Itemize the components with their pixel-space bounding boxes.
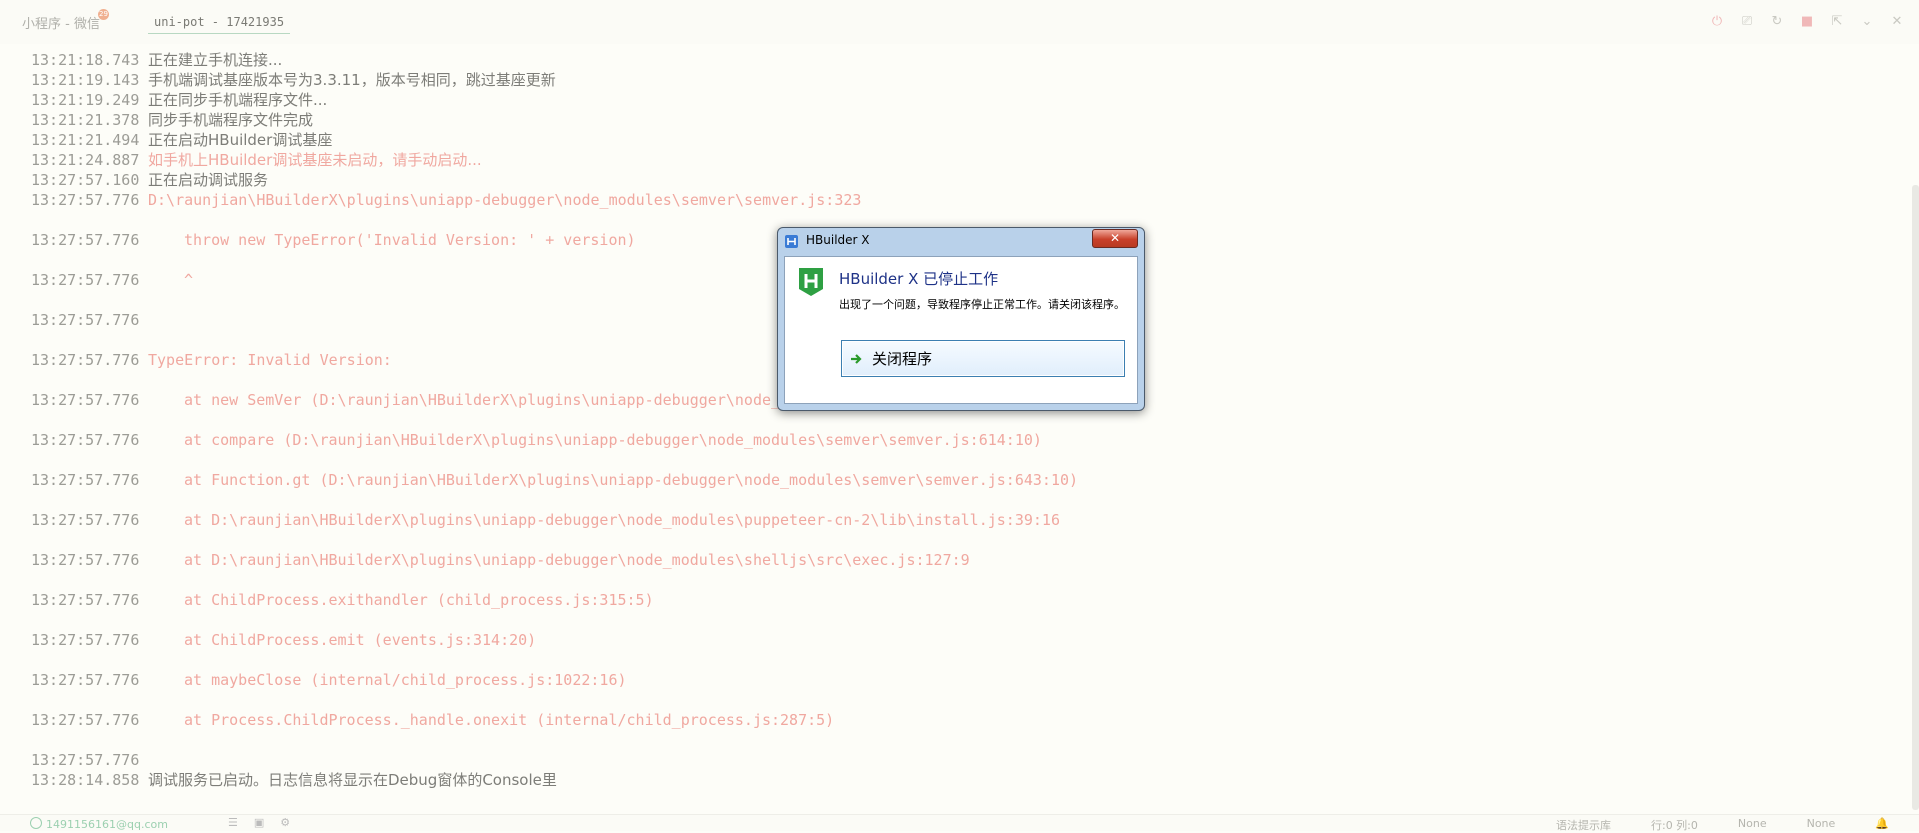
console-line: 13:27:57.776 [0,750,1900,770]
console-timestamp: 13:28:14.858 [31,771,140,789]
dialog-close-button[interactable]: ✕ [1092,229,1138,248]
hbuilder-logo-icon [799,268,823,296]
console-message: 正在启动调试服务 [148,171,269,189]
console-scrollbar[interactable] [1912,185,1919,810]
close-program-button[interactable]: 关闭程序 [841,340,1125,377]
restart-icon[interactable]: ↻ [1769,14,1785,30]
console-line: 13:27:57.776 at ChildProcess.emit (events… [0,630,1900,650]
status-account-label: 1491156161@qq.com [46,818,168,831]
console-message: at compare (D:\raunjian\HBuilderX\plugin… [184,431,1042,449]
console-message: at ChildProcess.exithandler (child_proce… [184,591,654,609]
console-timestamp: 13:27:57.776 [31,591,140,609]
console-message: ^ [184,271,194,289]
console-timestamp: 13:27:57.776 [31,191,140,209]
console-line: 13:21:21.378 同步手机端程序文件完成 [0,110,1900,130]
console-line: 13:27:57.776 at D:\raunjian\HBuilderX\plu… [0,550,1900,570]
console-message: 正在同步手机端程序文件... [148,91,328,109]
close-icon: ✕ [1109,231,1121,245]
console-message: TypeError: Invalid Version: [148,351,392,369]
console-line: 13:28:14.858 调试服务已启动。日志信息将显示在Debug窗体的Cons… [0,770,1900,790]
tab-wechat-miniprogram[interactable]: 小程序 - 微信 29 [22,0,111,44]
console-timestamp: 13:27:57.776 [31,511,140,529]
console-timestamp: 13:21:21.494 [31,131,140,149]
console-message: at maybeClose (internal/child_process.js… [184,671,627,689]
console-line: 13:27:57.776 at Function.gt (D:\raunjian\… [0,470,1900,490]
plugin-icon[interactable]: ⚙ [280,816,290,829]
collapse-icon[interactable]: ⌄ [1859,14,1875,30]
console-line: 13:27:57.776 at Process.ChildProcess._han… [0,710,1900,730]
dialog-titlebar[interactable]: HBuilder X ✕ [778,228,1144,254]
top-tab-bar: 小程序 - 微信 29 uni-pot - 17421935 ⏻ ⎚ ↻ ■ ⇱… [0,0,1919,44]
clear-icon[interactable]: ⎚ [1739,14,1755,30]
console-timestamp: 13:27:57.776 [31,471,140,489]
console-line: 13:27:57.776 D:\raunjian\HBuilderX\plugin… [0,190,1900,210]
dialog-message: 出现了一个问题，导致程序停止正常工作。请关闭该程序。 [839,298,1125,311]
console-timestamp: 13:21:19.143 [31,71,140,89]
console-timestamp: 13:27:57.776 [31,671,140,689]
list-icon[interactable]: ☰ [228,816,238,829]
account-icon [30,817,42,829]
close-all-icon[interactable]: ✕ [1889,14,1905,30]
console-message: 正在启动HBuilder调试基座 [148,131,333,149]
console-line: 13:21:18.743 正在建立手机连接... [0,50,1900,70]
console-message: at D:\raunjian\HBuilderX\plugins\uniapp-… [184,511,1060,529]
console-timestamp: 13:27:57.776 [31,391,140,409]
console-output[interactable]: 13:21:18.743 正在建立手机连接... 13:21:19.143 手机端调试… [0,50,1900,790]
dialog-heading: HBuilder X 已停止工作 [839,270,999,288]
console-timestamp: 13:27:57.776 [31,751,140,769]
console-timestamp: 13:27:57.776 [31,631,140,649]
console-timestamp: 13:21:19.249 [31,91,140,109]
console-message: at D:\raunjian\HBuilderX\plugins\uniapp-… [184,551,970,569]
console-line: 13:27:57.776 at compare (D:\raunjian\HBui… [0,430,1900,450]
console-timestamp: 13:27:57.776 [31,551,140,569]
error-dialog: HBuilder X ✕ HBuilder X 已停止工作 出现了一个问题，导致… [777,227,1145,411]
console-line: 13:21:24.887 如手机上HBuilder调试基座未启动，请手动启动... [0,150,1900,170]
console-line: 13:21:21.494 正在启动HBuilder调试基座 [0,130,1900,150]
console-line: 13:21:19.143 手机端调试基座版本号为3.3.11，版本号相同，跳过基座… [0,70,1900,90]
console-timestamp: 13:27:57.776 [31,351,140,369]
console-message: at Function.gt (D:\raunjian\HBuilderX\pl… [184,471,1079,489]
console-message: D:\raunjian\HBuilderX\plugins\uniapp-deb… [148,191,862,209]
console-message: 调试服务已启动。日志信息将显示在Debug窗体的Console里 [148,771,557,789]
console-message: 手机端调试基座版本号为3.3.11，版本号相同，跳过基座更新 [148,71,556,89]
dialog-body: HBuilder X 已停止工作 出现了一个问题，导致程序停止正常工作。请关闭该… [784,256,1138,404]
status-account[interactable]: 1491156161@qq.com [30,817,168,831]
console-timestamp: 13:21:24.887 [31,151,140,169]
tab-console-uni-pot[interactable]: uni-pot - 17421935 [148,0,291,44]
console-message: at new SemVer (D:\raunjian\HBuilderX\plu… [184,391,781,409]
console-toolbar: ⏻ ⎚ ↻ ■ ⇱ ⌄ ✕ [1709,14,1905,30]
console-message: at ChildProcess.emit (events.js:314:20) [184,631,537,649]
stop-icon[interactable]: ⏻ [1709,14,1725,30]
console-timestamp: 13:27:57.776 [31,711,140,729]
console-timestamp: 13:27:57.776 [31,431,140,449]
console-message: 正在建立手机连接... [148,51,283,69]
status-icons: ☰ ▣ ⚙ [228,816,290,829]
hbuilder-app-icon [785,235,798,248]
console-timestamp: 13:21:18.743 [31,51,140,69]
green-arrow-icon [851,353,862,364]
console-message: 如手机上HBuilder调试基座未启动，请手动启动... [148,151,482,169]
console-line: 13:27:57.776 at maybeClose (internal/chil… [0,670,1900,690]
console-timestamp: 13:21:21.378 [31,111,140,129]
console-line: 13:27:57.776 at ChildProcess.exithandler … [0,590,1900,610]
console-timestamp: 13:27:57.776 [31,311,140,329]
console-line: 13:27:57.160 正在启动调试服务 [0,170,1900,190]
console-line: 13:21:19.249 正在同步手机端程序文件... [0,90,1900,110]
tab-wechat-badge: 29 [97,8,109,20]
tab-console-label: uni-pot - 17421935 [154,15,285,29]
console-line: 13:27:57.776 at D:\raunjian\HBuilderX\plu… [0,510,1900,530]
stop-square-icon[interactable]: ■ [1799,14,1815,30]
console-timestamp: 13:27:57.776 [31,231,140,249]
console-timestamp: 13:27:57.776 [31,271,140,289]
console-message: at Process.ChildProcess._handle.onexit (… [184,711,835,729]
console-message: throw new TypeError('Invalid Version: ' … [184,231,636,249]
window-icon[interactable]: ▣ [254,816,264,829]
dialog-title: HBuilder X [806,233,870,247]
console-timestamp: 13:27:57.160 [31,171,140,189]
tab-wechat-label: 小程序 - 微信 [22,16,100,32]
status-bar: 1491156161@qq.com ☰ ▣ ⚙ 语法提示库 行:0 列:0 No… [0,814,1919,832]
export-icon[interactable]: ⇱ [1829,14,1845,30]
console-message: 同步手机端程序文件完成 [148,111,314,129]
close-program-label: 关闭程序 [872,350,933,368]
